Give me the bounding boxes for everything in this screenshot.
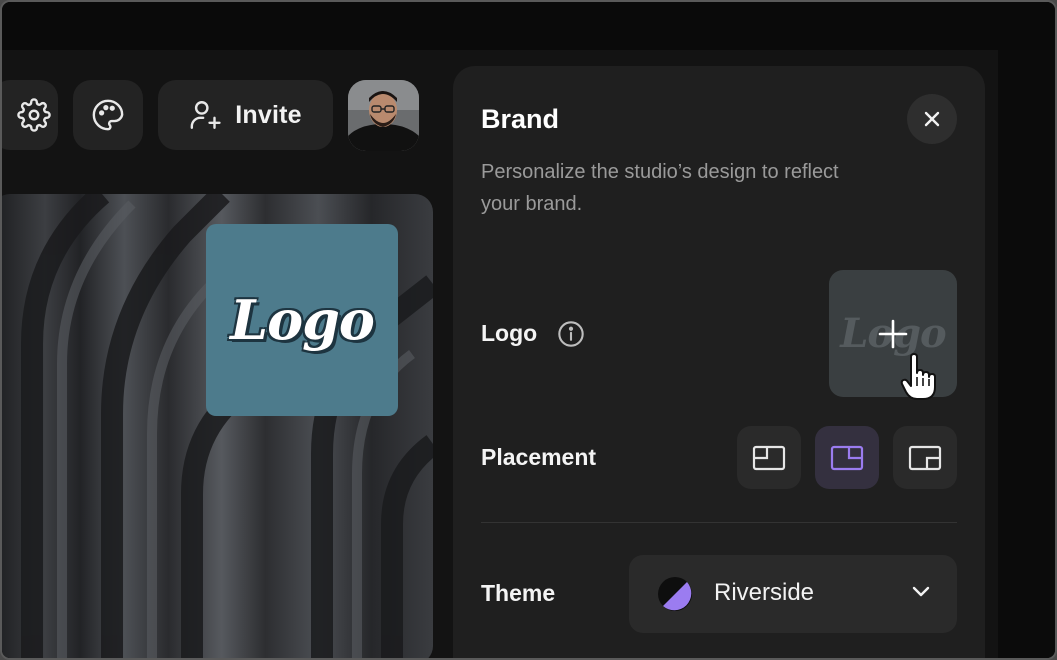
invite-label: Invite <box>235 100 302 129</box>
placement-label: Placement <box>481 444 597 470</box>
placement-top-left-button[interactable] <box>737 426 801 489</box>
brand-panel: Brand Personalize the studio’s design to… <box>453 66 985 658</box>
info-icon[interactable] <box>557 320 585 348</box>
section-divider <box>481 522 957 523</box>
close-button[interactable] <box>907 94 957 144</box>
right-gutter <box>998 50 1055 658</box>
close-icon <box>924 111 940 127</box>
app-window: Invite Logo Brand Personalize the studio… <box>0 0 1057 660</box>
layout-top-left-icon <box>752 445 786 470</box>
gear-icon <box>17 98 51 132</box>
palette-icon <box>92 99 124 131</box>
theme-select[interactable]: Riverside <box>629 555 957 633</box>
user-plus-icon <box>190 101 221 129</box>
hand-cursor-icon <box>900 353 936 400</box>
theme-value: Riverside <box>714 579 815 606</box>
palette-button[interactable] <box>73 80 143 150</box>
panel-title: Brand <box>481 104 560 134</box>
avatar[interactable] <box>348 80 419 151</box>
theme-swatch-icon <box>658 577 692 611</box>
placement-bottom-right-button[interactable] <box>893 426 957 489</box>
layout-top-right-icon <box>830 445 864 470</box>
plus-icon <box>878 319 908 349</box>
placement-top-right-button[interactable] <box>815 426 879 489</box>
layout-bottom-right-icon <box>908 445 942 470</box>
invite-button[interactable]: Invite <box>158 80 333 150</box>
stage-logo-text: Logo <box>230 288 375 352</box>
window-top-bar <box>2 2 1055 50</box>
stage-logo: Logo <box>206 224 398 416</box>
theme-label: Theme <box>481 580 556 606</box>
chevron-down-icon <box>912 586 930 597</box>
settings-button[interactable] <box>2 80 58 150</box>
avatar-photo <box>348 80 419 151</box>
panel-description: Personalize the studio’s design to refle… <box>481 161 839 215</box>
logo-label: Logo <box>481 320 538 346</box>
